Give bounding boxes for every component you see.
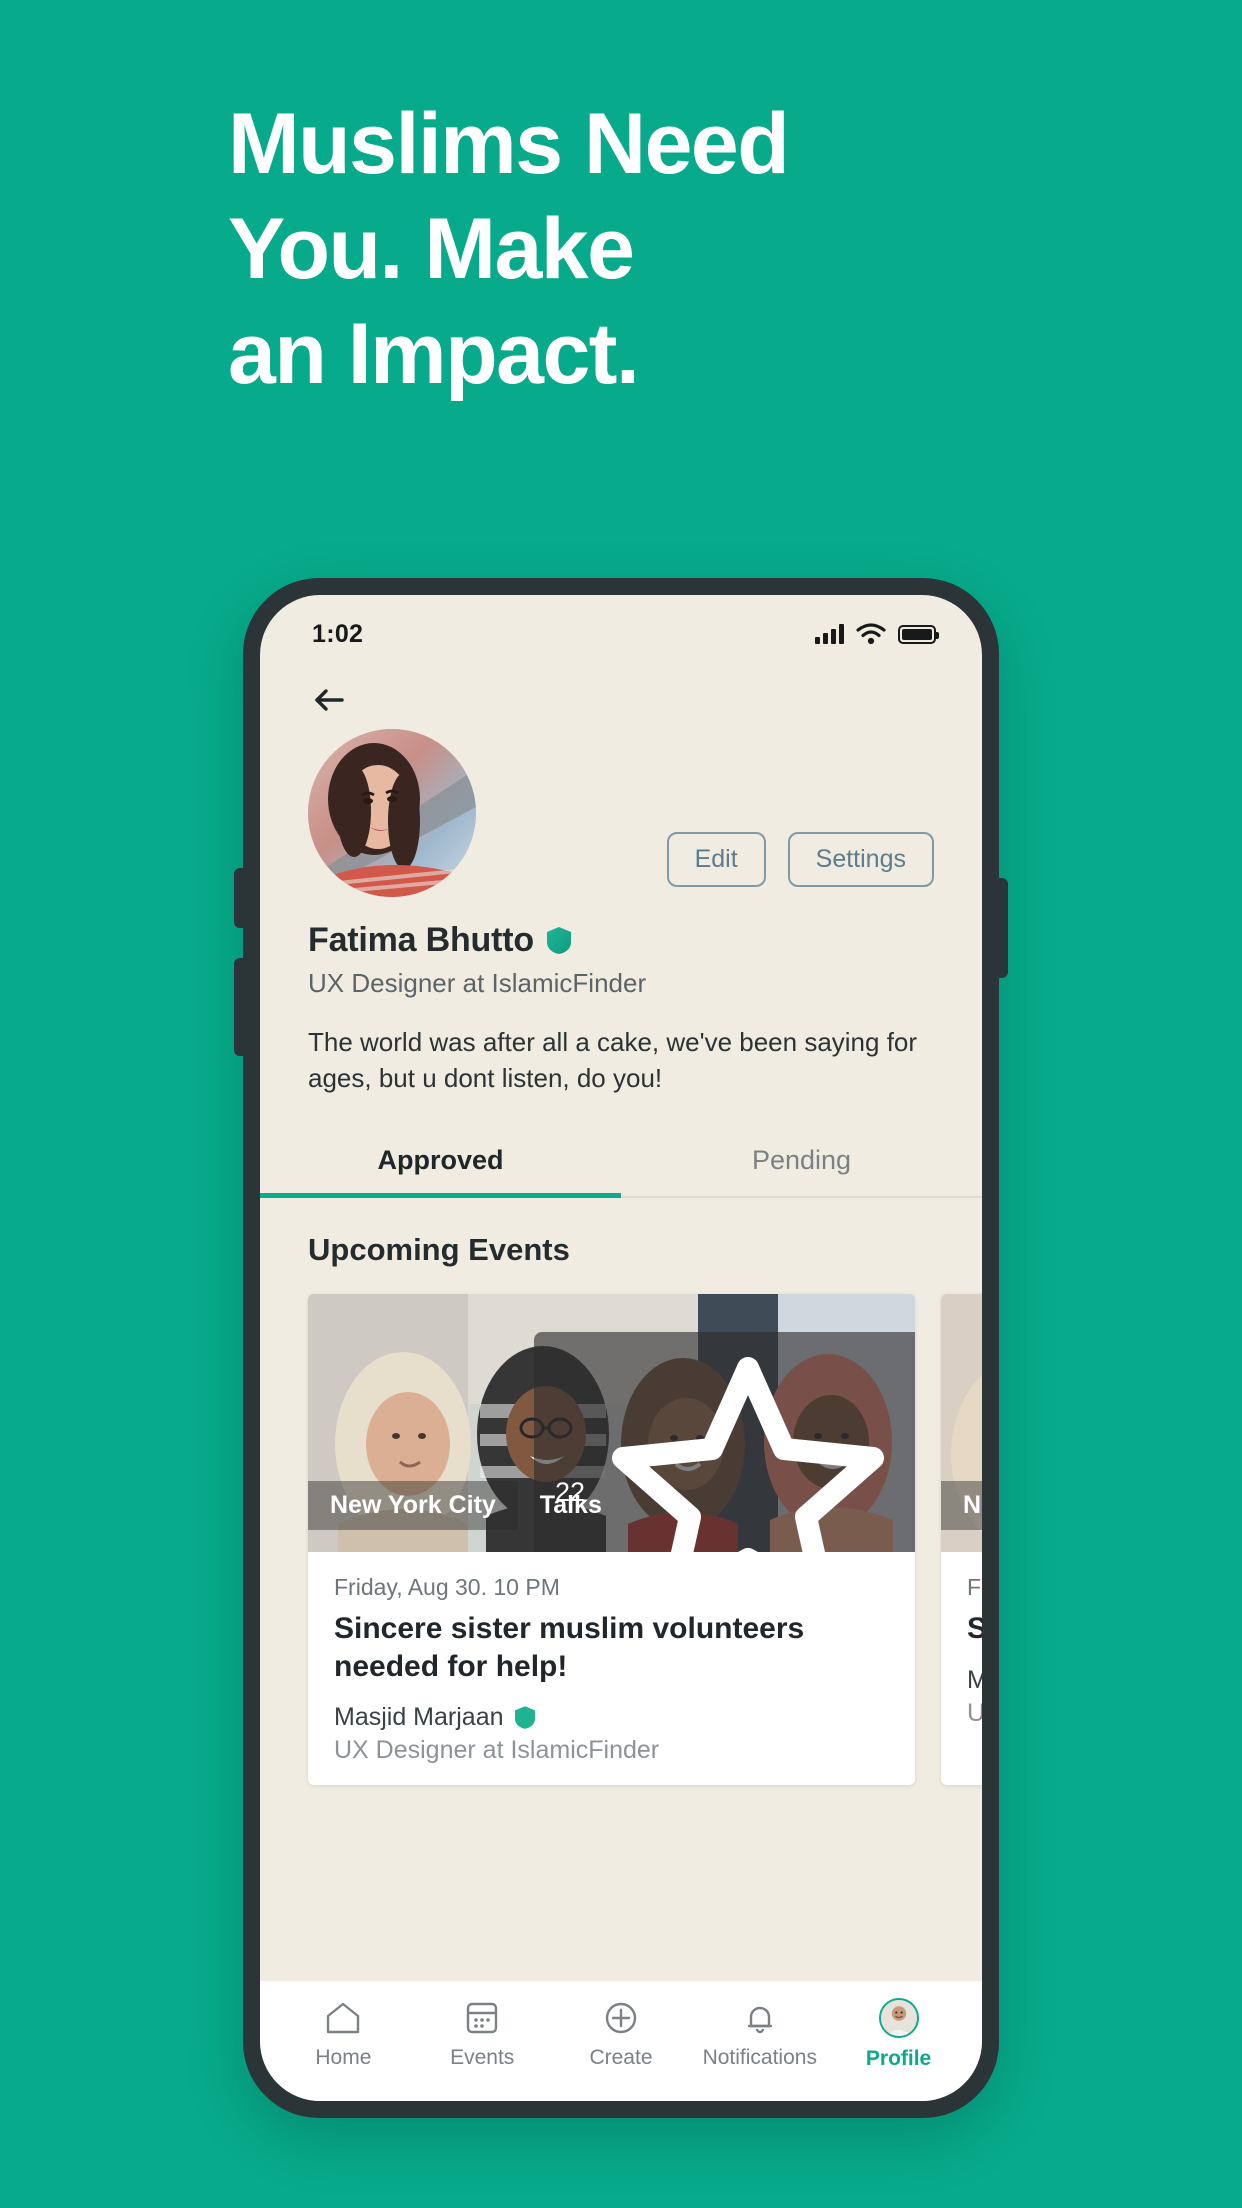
event-card[interactable]: N F S m M U — [941, 1293, 982, 1786]
nav-item-notifications[interactable]: Notifications — [695, 1999, 825, 2070]
event-organizer-subtitle: U — [967, 1698, 982, 1727]
event-date: F — [967, 1573, 982, 1600]
phone-volume-down-button — [234, 958, 244, 1056]
profile-tabs: Approved Pending — [260, 1129, 982, 1198]
status-time: 1:02 — [312, 619, 364, 648]
profile-bio: The world was after all a cake, we've be… — [308, 1027, 918, 1093]
event-organizer-row: M — [967, 1666, 982, 1695]
profile-avatar-icon — [878, 1997, 919, 2038]
event-card-chips: N — [941, 1480, 982, 1530]
nav-label-profile: Profile — [865, 2046, 932, 2070]
event-card-body: Friday, Aug 30. 10 PM Sincere sister mus… — [308, 1552, 915, 1786]
event-card-body: F S m M U — [941, 1552, 982, 1748]
phone-volume-up-button — [234, 868, 244, 928]
back-row — [260, 657, 982, 721]
nav-item-profile[interactable]: Profile — [834, 1997, 964, 2071]
calendar-icon — [466, 2002, 498, 2033]
events-card-list[interactable]: 22 New York City Talks Friday, Aug 30. 1… — [260, 1268, 982, 1786]
tab-approved[interactable]: Approved — [260, 1129, 621, 1198]
event-organizer-name: Masjid Marjaan — [334, 1703, 504, 1732]
event-card-image: N — [941, 1293, 982, 1552]
status-icons — [815, 623, 939, 645]
bottom-navigation: Home Events Create Notifications Profile — [260, 1981, 982, 2101]
edit-button[interactable]: Edit — [666, 832, 766, 887]
event-organizer-row: Masjid Marjaan — [334, 1703, 889, 1732]
nav-item-create[interactable]: Create — [556, 1999, 686, 2070]
chip-location: N — [941, 1480, 982, 1530]
nav-label-home: Home — [315, 2045, 372, 2069]
plus-circle-icon — [605, 2002, 637, 2033]
promo-headline: Muslims Need You. Make an Impact. — [228, 92, 1068, 407]
event-date: Friday, Aug 30. 10 PM — [334, 1573, 560, 1600]
event-card-chips: New York City Talks — [308, 1480, 624, 1530]
battery-icon — [898, 624, 939, 644]
tab-pending[interactable]: Pending — [621, 1129, 982, 1196]
nav-item-home[interactable]: Home — [278, 1999, 408, 2070]
profile-name-row: Fatima Bhutto — [260, 897, 982, 960]
events-section-title: Upcoming Events — [308, 1231, 570, 1267]
nav-label-events: Events — [450, 2045, 515, 2069]
wifi-icon — [856, 623, 886, 645]
headline-line-3: an Impact. — [228, 305, 640, 402]
verified-shield-icon — [546, 927, 571, 954]
nav-label-notifications: Notifications — [702, 2045, 817, 2069]
event-organizer-name: M — [967, 1665, 982, 1694]
bell-icon — [747, 2006, 772, 2033]
star-icon[interactable] — [598, 1343, 898, 1552]
avatar-row: Edit Settings — [260, 721, 982, 897]
chip-category: Talks — [539, 1490, 602, 1519]
headline-line-1: Muslims Need — [228, 96, 790, 192]
phone-mockup: 1:02 Edit Settings Fatima Bhutto UX Desi… — [234, 578, 1008, 2118]
profile-subtitle: UX Designer at IslamicFinder — [308, 968, 647, 998]
status-bar: 1:02 — [260, 595, 982, 657]
profile-avatar[interactable] — [308, 729, 476, 897]
nav-item-events[interactable]: Events — [417, 1999, 547, 2070]
headline-line-2: You. Make — [228, 200, 635, 297]
home-icon — [327, 2002, 360, 2033]
phone-screen: 1:02 Edit Settings Fatima Bhutto UX Desi… — [260, 595, 982, 2101]
events-section: Upcoming Events 22 New York City Talks F… — [260, 1198, 982, 2101]
chip-location: New York City — [308, 1480, 518, 1530]
event-card[interactable]: 22 New York City Talks Friday, Aug 30. 1… — [308, 1293, 915, 1786]
phone-power-button — [998, 878, 1008, 978]
signal-icon — [815, 624, 844, 644]
event-organizer-subtitle: UX Designer at IslamicFinder — [334, 1736, 660, 1765]
event-title: S m — [967, 1611, 982, 1645]
verified-shield-icon — [514, 1706, 535, 1730]
profile-actions: Edit Settings — [666, 832, 934, 897]
page-title: Fatima Bhutto — [308, 921, 534, 959]
back-arrow-icon[interactable] — [308, 679, 350, 721]
event-card-image: 22 New York City Talks — [308, 1293, 915, 1552]
settings-button[interactable]: Settings — [787, 832, 934, 887]
app-content: Edit Settings Fatima Bhutto UX Designer … — [260, 657, 982, 2101]
event-title: Sincere sister muslim volunteers needed … — [334, 1611, 805, 1683]
nav-label-create: Create — [589, 2045, 653, 2069]
